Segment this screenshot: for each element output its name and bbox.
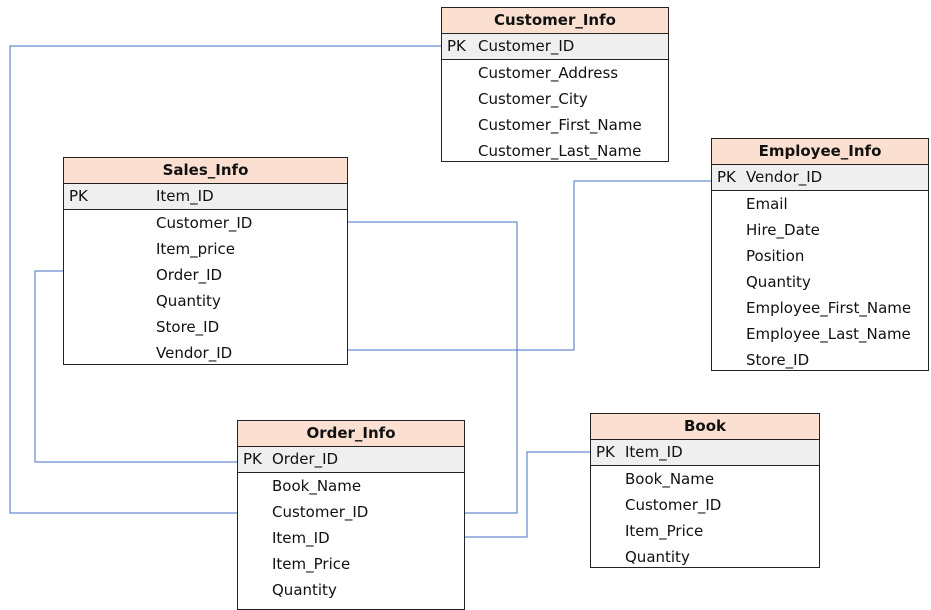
sales-info-table: Sales_Info PK Item_ID Customer_ID Item_p… — [63, 157, 348, 365]
pk-label: PK — [717, 168, 736, 186]
field-name: Position — [746, 247, 805, 265]
sales-info-pk-field: Item_ID — [156, 187, 214, 205]
order-info-title: Order_Info — [238, 421, 464, 447]
field-row: Quantity — [712, 269, 928, 295]
field-row: Position — [712, 243, 928, 269]
field-row: Quantity — [64, 288, 347, 314]
field-row: Vendor_ID — [64, 340, 347, 366]
field-name: Order_ID — [156, 266, 223, 284]
field-row: Email — [712, 191, 928, 217]
employee-info-pk-row: PK Vendor_ID — [712, 165, 928, 191]
customer-info-pk-field: Customer_ID — [478, 37, 575, 55]
field-row: Hire_Date — [712, 217, 928, 243]
field-row: Customer_Last_Name — [442, 138, 668, 164]
customer-info-table: Customer_Info PK Customer_ID Customer_Ad… — [441, 7, 669, 162]
field-name: Store_ID — [746, 351, 810, 369]
field-name: Hire_Date — [746, 221, 820, 239]
field-row: Store_ID — [712, 347, 928, 373]
field-name: Quantity — [746, 273, 811, 291]
field-row: Store_ID — [64, 314, 347, 340]
field-name: Customer_ID — [625, 496, 722, 514]
field-name: Quantity — [272, 581, 337, 599]
book-pk-field: Item_ID — [625, 443, 683, 461]
employee-info-table: Employee_Info PK Vendor_ID Email Hire_Da… — [711, 138, 929, 371]
field-name: Customer_First_Name — [478, 116, 642, 134]
field-row: Quantity — [591, 544, 819, 570]
employee-info-title: Employee_Info — [712, 139, 928, 165]
field-row: Customer_ID — [64, 210, 347, 236]
field-name: Quantity — [625, 548, 690, 566]
field-name: Email — [746, 195, 788, 213]
field-name: Customer_Last_Name — [478, 142, 642, 160]
field-row: Quantity — [238, 577, 464, 603]
field-row: Item_Price — [591, 518, 819, 544]
book-table: Book PK Item_ID Book_Name Customer_ID It… — [590, 413, 820, 568]
field-row: Item_Price — [238, 551, 464, 577]
field-row: Customer_City — [442, 86, 668, 112]
field-row: Book_Name — [591, 466, 819, 492]
field-row: Employee_Last_Name — [712, 321, 928, 347]
field-name: Quantity — [156, 292, 221, 310]
field-name: Store_ID — [156, 318, 220, 336]
pk-label: PK — [596, 443, 615, 461]
book-pk-row: PK Item_ID — [591, 440, 819, 466]
field-name: Book_Name — [272, 477, 362, 495]
order-info-pk-row: PK Order_ID — [238, 447, 464, 473]
order-info-table: Order_Info PK Order_ID Book_Name Custome… — [237, 420, 465, 610]
field-name: Item_Price — [272, 555, 351, 573]
field-row: Item_price — [64, 236, 347, 262]
sales-info-pk-row: PK Item_ID — [64, 184, 347, 210]
field-name: Book_Name — [625, 470, 715, 488]
field-row: Customer_ID — [238, 499, 464, 525]
field-name: Employee_First_Name — [746, 299, 912, 317]
book-title: Book — [591, 414, 819, 440]
sales-info-title: Sales_Info — [64, 158, 347, 184]
link-sales-vendor-employee — [348, 180, 711, 351]
order-info-pk-field: Order_ID — [272, 450, 339, 468]
link-order-item-book — [465, 451, 590, 538]
field-name: Employee_Last_Name — [746, 325, 911, 343]
field-name: Customer_ID — [156, 214, 253, 232]
field-row: Item_ID — [238, 525, 464, 551]
field-row: Order_ID — [64, 262, 347, 288]
field-row: Customer_First_Name — [442, 112, 668, 138]
field-name: Customer_Address — [478, 64, 619, 82]
pk-label: PK — [69, 187, 88, 205]
field-name: Customer_ID — [272, 503, 369, 521]
field-row: Employee_First_Name — [712, 295, 928, 321]
field-name: Item_ID — [272, 529, 330, 547]
field-row: Customer_Address — [442, 60, 668, 86]
field-name: Item_price — [156, 240, 235, 258]
field-row: Book_Name — [238, 473, 464, 499]
pk-label: PK — [447, 37, 466, 55]
field-row: Customer_ID — [591, 492, 819, 518]
field-name: Customer_City — [478, 90, 588, 108]
customer-info-title: Customer_Info — [442, 8, 668, 34]
customer-info-pk-row: PK Customer_ID — [442, 34, 668, 60]
employee-info-pk-field: Vendor_ID — [746, 168, 823, 186]
field-name: Vendor_ID — [156, 344, 233, 362]
pk-label: PK — [243, 450, 262, 468]
field-name: Item_Price — [625, 522, 704, 540]
